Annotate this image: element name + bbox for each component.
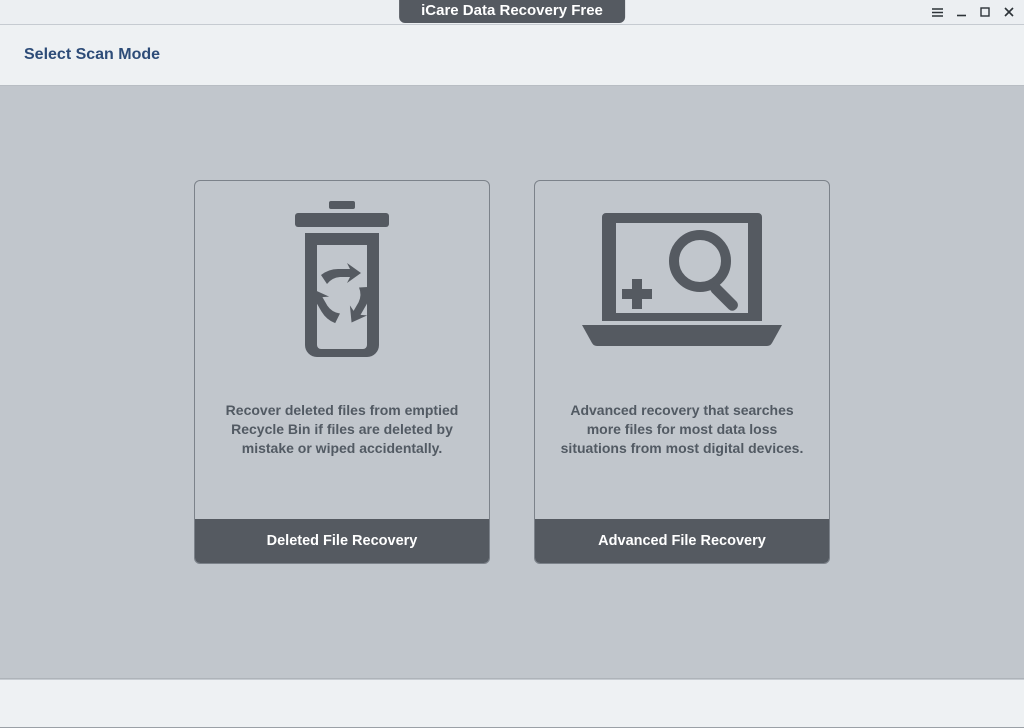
trash-recycle-icon [195,181,489,381]
app-title: iCare Data Recovery Free [399,0,625,23]
maximize-button[interactable] [978,5,992,19]
titlebar: iCare Data Recovery Free [0,0,1024,24]
window-controls [930,0,1016,24]
minimize-button[interactable] [954,5,968,19]
footer-bar [0,679,1024,727]
scan-mode-area: Recover deleted files from emptied Recyc… [0,86,1024,679]
card-description: Advanced recovery that searches more fil… [535,381,829,519]
card-description: Recover deleted files from emptied Recyc… [195,381,489,519]
advanced-file-recovery-button[interactable]: Advanced File Recovery [535,519,829,563]
card-description-text: Advanced recovery that searches more fil… [557,401,807,458]
button-label: Deleted File Recovery [267,533,418,549]
menu-icon[interactable] [930,5,944,19]
page-header: Select Scan Mode [0,24,1024,86]
deleted-file-recovery-button[interactable]: Deleted File Recovery [195,519,489,563]
card-advanced-file-recovery[interactable]: Advanced recovery that searches more fil… [534,180,830,564]
app-window: iCare Data Recovery Free Select Scan Mod… [0,0,1024,728]
card-deleted-file-recovery[interactable]: Recover deleted files from emptied Recyc… [194,180,490,564]
button-label: Advanced File Recovery [598,533,766,549]
laptop-search-icon [535,181,829,381]
close-button[interactable] [1002,5,1016,19]
page-title: Select Scan Mode [24,46,160,64]
card-description-text: Recover deleted files from emptied Recyc… [217,401,467,458]
